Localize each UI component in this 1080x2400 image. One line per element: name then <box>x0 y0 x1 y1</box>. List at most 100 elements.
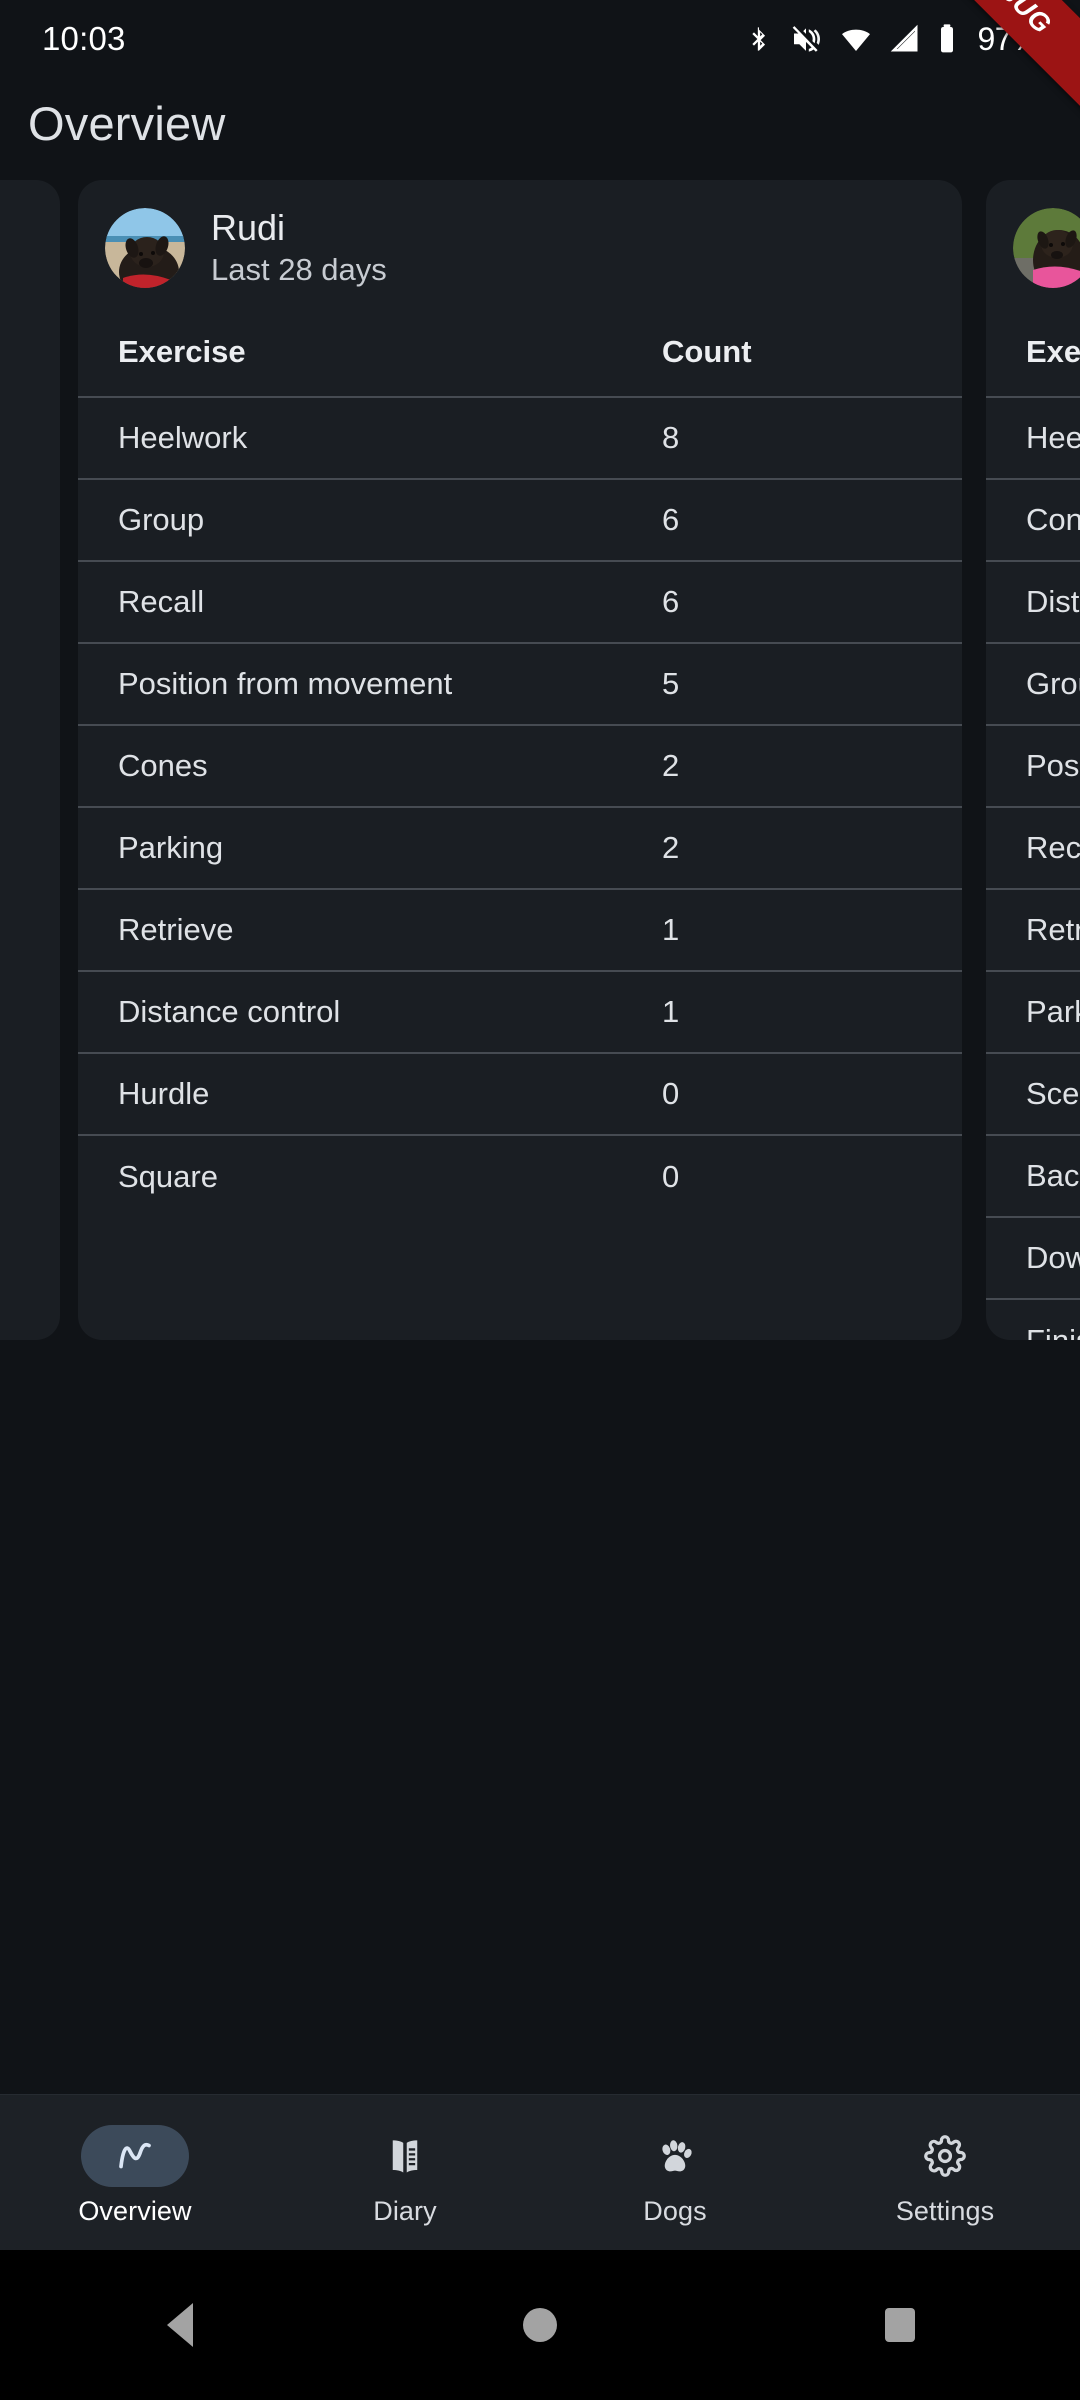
table-row[interactable]: Position from movement <box>986 725 1080 808</box>
paw-icon <box>653 2134 697 2178</box>
card-peek-previous[interactable] <box>0 180 60 1340</box>
nav-label-settings: Settings <box>895 2196 995 2226</box>
android-system-navigation <box>0 2250 1080 2400</box>
dog-period: Last 28 days <box>211 251 387 287</box>
cell-exercise: Group <box>986 643 1080 726</box>
table-row[interactable]: Backwards <box>986 1135 1080 1218</box>
cell-count: 6 <box>662 479 962 562</box>
nav-item-diary[interactable]: Diary <box>270 2117 540 2227</box>
cell-exercise: Cones <box>986 479 1080 562</box>
nav-label-diary: Diary <box>373 2196 437 2226</box>
column-header-exercise: Exercise <box>78 316 662 398</box>
cell-exercise: Position from movement <box>986 725 1080 808</box>
table-row[interactable]: Scent <box>986 1053 1080 1136</box>
cell-exercise: Retrieve <box>986 889 1080 972</box>
table-row[interactable]: Distance control <box>986 561 1080 644</box>
table-row[interactable]: Retrieve <box>986 889 1080 972</box>
dog-stats-card-next[interactable]: Exercise Count Heelwork Cones Distance c… <box>986 180 1080 1340</box>
page-title: Overview <box>28 97 226 150</box>
nav-item-dogs[interactable]: Dogs <box>540 2117 810 2227</box>
table-row[interactable]: Position from movement 5 <box>78 643 962 726</box>
nav-active-pill <box>81 2125 189 2187</box>
cellular-signal-icon <box>890 23 920 55</box>
dog-stats-card[interactable]: Rudi Last 28 days Exercise Count Heelwor… <box>78 180 962 1340</box>
card-header <box>986 180 1080 306</box>
cell-count: 1 <box>662 889 962 972</box>
cell-exercise: Distance control <box>986 561 1080 644</box>
cell-count: 6 <box>662 561 962 644</box>
cell-exercise: Heelwork <box>78 397 662 480</box>
gear-icon <box>924 2135 966 2177</box>
cell-exercise: Recall <box>78 561 662 644</box>
table-row[interactable]: Group <box>986 643 1080 726</box>
cell-count: 0 <box>662 1158 680 1194</box>
app-screen: 10:03 97% Overview Rudi Last 28 days Exe… <box>0 0 1080 2400</box>
status-icon-group: 97% <box>745 21 1040 58</box>
table-row[interactable]: Parking 2 <box>78 807 962 890</box>
cell-exercise: Parking <box>78 807 662 890</box>
table-header-row: Exercise Count <box>986 316 1080 398</box>
exercise-stats-table: Exercise Count Heelwork 8 Group 6 Recall <box>78 316 962 1217</box>
table-row[interactable]: Cones <box>986 479 1080 562</box>
cell-exercise: Backwards <box>986 1135 1080 1218</box>
bluetooth-icon <box>745 23 773 55</box>
dog-name: Rudi <box>211 207 286 249</box>
cell-exercise: Scent <box>986 1053 1080 1136</box>
status-clock: 10:03 <box>42 20 126 57</box>
nav-item-settings[interactable]: Settings <box>810 2117 1080 2227</box>
home-button[interactable] <box>480 2250 600 2400</box>
cell-exercise: Cones <box>78 725 662 808</box>
cell-exercise: Parking <box>986 971 1080 1054</box>
cell-exercise: Down stay <box>986 1217 1080 1300</box>
cell-count: 5 <box>662 643 962 726</box>
table-row[interactable]: Group 6 <box>78 479 962 562</box>
mute-icon <box>790 23 822 55</box>
nav-item-overview[interactable]: Overview <box>0 2117 270 2227</box>
dog-on-grass-avatar[interactable] <box>1013 208 1080 288</box>
table-row[interactable]: Recall <box>986 807 1080 890</box>
cell-count: 0 <box>662 1053 962 1136</box>
table-row[interactable]: Heelwork <box>986 397 1080 480</box>
table-row[interactable]: Cones 2 <box>78 725 962 808</box>
cell-exercise: Recall <box>986 807 1080 890</box>
bottom-navigation-bar: Overview Diary Dogs Settings <box>0 2094 1080 2250</box>
column-header-count: Count <box>662 316 962 398</box>
table-row[interactable]: Finish <box>986 1299 1080 1341</box>
dog-card-carousel[interactable]: Rudi Last 28 days Exercise Count Heelwor… <box>0 180 1080 1340</box>
table-row[interactable]: Heelwork 8 <box>78 397 962 480</box>
exercise-stats-table-next: Exercise Count Heelwork Cones Distance c… <box>986 316 1080 1340</box>
trend-line-icon <box>114 2135 156 2177</box>
cell-exercise: Retrieve <box>78 889 662 972</box>
cell-exercise: Hurdle <box>78 1053 662 1136</box>
nav-pill <box>891 2125 999 2187</box>
card-header: Rudi Last 28 days <box>78 180 962 306</box>
table-row[interactable]: Parking <box>986 971 1080 1054</box>
table-row[interactable]: Distance control 1 <box>78 971 962 1054</box>
table-row[interactable]: Down stay <box>986 1217 1080 1300</box>
cell-count: 2 <box>662 725 962 808</box>
table-header-row: Exercise Count <box>78 316 962 398</box>
cell-exercise: Square <box>118 1158 218 1194</box>
cell-exercise: Group <box>78 479 662 562</box>
cell-exercise: Distance control <box>78 971 662 1054</box>
dog-on-beach-avatar[interactable] <box>105 208 185 288</box>
cell-count: 8 <box>662 397 962 480</box>
recents-button[interactable] <box>840 2250 960 2400</box>
table-row[interactable]: Recall 6 <box>78 561 962 644</box>
cell-exercise: Heelwork <box>986 397 1080 480</box>
cell-count: 2 <box>662 807 962 890</box>
wifi-icon <box>839 23 873 55</box>
cell-exercise: Finish <box>1026 1322 1080 1341</box>
book-icon <box>384 2135 426 2177</box>
table-row[interactable]: Hurdle 0 <box>78 1053 962 1136</box>
nav-pill <box>351 2125 459 2187</box>
battery-icon <box>937 23 957 55</box>
nav-label-overview: Overview <box>78 2196 192 2226</box>
table-row[interactable]: Square 0 <box>78 1135 962 1217</box>
column-header-exercise: Exercise <box>986 316 1080 398</box>
nav-label-dogs: Dogs <box>643 2196 707 2226</box>
dog-meta: Rudi Last 28 days <box>211 207 387 287</box>
cell-exercise: Position from movement <box>78 643 662 726</box>
table-row[interactable]: Retrieve 1 <box>78 889 962 972</box>
back-button[interactable] <box>120 2250 240 2400</box>
